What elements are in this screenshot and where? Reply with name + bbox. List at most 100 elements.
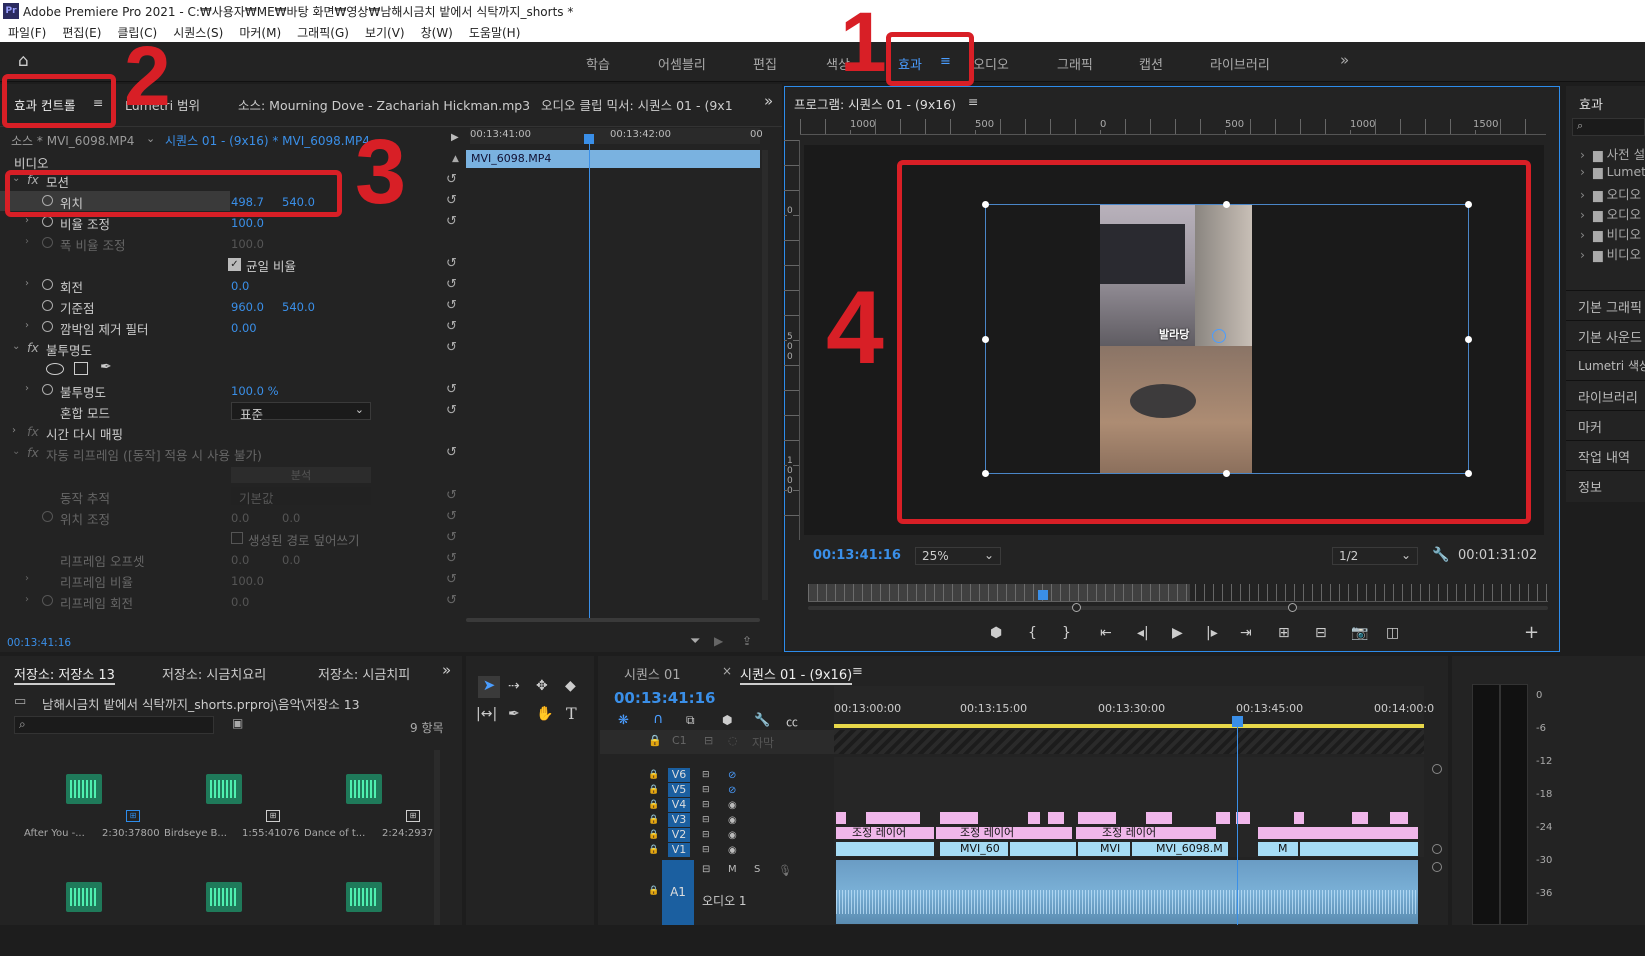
ripple-edit-tool-icon[interactable]: ✥ — [536, 678, 548, 694]
tab-bin-spinach-recipes[interactable]: 저장소: 시금치요리 — [162, 664, 266, 683]
clip-v1[interactable]: MVI_60 — [940, 842, 1008, 856]
clip-adjustment-layer[interactable] — [1258, 827, 1418, 839]
tab-source[interactable]: 소스: Mourning Dove - Zachariah Hickman.mp… — [238, 95, 530, 114]
track-a1[interactable]: A1 — [662, 860, 694, 925]
reset-icon[interactable]: ↺ — [446, 445, 457, 460]
row-blend-mode[interactable]: 혼합 모드 표준 ⌄ ↺ — [0, 401, 460, 422]
clip-v3[interactable] — [1352, 812, 1368, 824]
captions-icon[interactable]: ㏄ — [786, 713, 798, 730]
effects-folder-lumetri[interactable]: › ▆ Lumet — [1580, 164, 1645, 179]
row-auto-reframe[interactable]: ⌄ fx 자동 리프레임 ([동작] 적용 시 사용 불가) ↺ — [0, 443, 460, 463]
reset-icon[interactable]: ↺ — [446, 256, 457, 271]
clip-v3[interactable] — [866, 812, 920, 824]
nest-toggle-icon[interactable]: ❋ — [618, 713, 629, 728]
row-uniform-scale[interactable]: ✓ 균일 비율 ↺ — [0, 254, 460, 274]
step-back-icon[interactable]: ◂| — [1137, 625, 1149, 641]
row-time-remap[interactable]: › fx 시간 다시 매핑 — [0, 422, 460, 442]
effects-search-input[interactable]: ⌕ — [1572, 118, 1645, 136]
clip-v3[interactable] — [940, 812, 978, 824]
timeline-playhead[interactable] — [1232, 716, 1243, 727]
program-timecode[interactable]: 00:13:41:16 — [813, 548, 901, 563]
zoom-select[interactable]: 25% ⌄ — [915, 547, 1001, 565]
ec-hscroll[interactable] — [466, 618, 760, 622]
panel-libraries[interactable]: 라이브러리 — [1566, 380, 1645, 408]
panel-lumetri-color[interactable]: Lumetri 색상 — [1566, 350, 1645, 378]
track-v5[interactable]: V5 — [668, 783, 690, 797]
timeline-menu-icon[interactable]: ≡ — [852, 664, 863, 679]
track-v2[interactable]: V2 — [668, 828, 690, 842]
close-tab-icon[interactable]: × — [722, 664, 732, 678]
track-output-icons[interactable]: ⊟ ⊟ ⊟ ⊟ ⊟ ⊟ — [702, 768, 714, 858]
opacity-value[interactable]: 100.0 % — [231, 384, 279, 398]
reset-icon[interactable]: ↺ — [446, 277, 457, 292]
linked-selection-icon[interactable]: ⧉ — [686, 713, 695, 728]
row-opacity[interactable]: › 불투명도 100.0 % ↺ — [0, 380, 460, 400]
menu-window[interactable]: 창(W) — [421, 24, 453, 41]
menu-edit[interactable]: 편집(E) — [62, 24, 101, 41]
effects-folder-presets[interactable]: › ▆ 사전 설 — [1580, 144, 1645, 163]
slip-tool-icon[interactable]: |↔| — [476, 706, 497, 722]
stopwatch-icon[interactable] — [42, 216, 53, 227]
clip-v3[interactable] — [1216, 812, 1230, 824]
quality-select[interactable]: 1/2 ⌄ — [1332, 547, 1418, 565]
menu-view[interactable]: 보기(V) — [365, 24, 405, 41]
reset-icon[interactable]: ↺ — [446, 403, 457, 418]
go-to-in-icon[interactable]: ⇤ — [1100, 625, 1112, 641]
workspace-assembly[interactable]: 어셈블리 — [658, 54, 706, 73]
track-select-tool-icon[interactable]: ⇢ — [508, 678, 520, 694]
clip-v1[interactable]: M — [1258, 842, 1298, 856]
reset-icon[interactable]: ↺ — [446, 319, 457, 334]
pen-mask-icon[interactable]: ✒ — [100, 359, 112, 375]
lift-icon[interactable]: ⊞ — [1278, 625, 1290, 641]
zoom-handle[interactable] — [1432, 844, 1442, 854]
ec-scrollbar[interactable] — [762, 150, 768, 600]
track-v3[interactable]: V3 — [668, 813, 690, 827]
clip-v3[interactable] — [1390, 812, 1408, 824]
ec-timecode[interactable]: 00:13:41:16 — [7, 637, 71, 649]
project-search-input[interactable]: ⌕ — [14, 716, 214, 734]
play-icon[interactable]: ▶ — [1172, 625, 1183, 641]
clip-adjustment-layer[interactable]: 조정 레이어 — [936, 827, 1072, 839]
bin-item[interactable] — [154, 856, 289, 956]
timeline-timecode[interactable]: 00:13:41:16 — [614, 689, 716, 707]
uniform-scale-checkbox[interactable]: ✓ — [228, 258, 241, 271]
tab-bin-13[interactable]: 저장소: 저장소 13 — [14, 664, 115, 685]
effects-folder-audio-transitions[interactable]: › ▆ 오디오 — [1580, 204, 1641, 223]
track-lock-icons[interactable]: 🔒 🔒 🔒 🔒 🔒 🔒 — [648, 768, 660, 858]
reset-icon[interactable]: ↺ — [446, 340, 457, 355]
reset-icon[interactable]: ↺ — [446, 193, 457, 208]
tabs-more-icon[interactable]: » — [764, 92, 773, 110]
extract-icon[interactable]: ⊟ — [1315, 625, 1327, 641]
clip-v1[interactable]: MVI_6098.M — [1132, 842, 1228, 856]
program-title[interactable]: 프로그램: 시퀀스 01 - (9x16) — [794, 94, 956, 113]
workspace-editing[interactable]: 편집 — [753, 54, 777, 73]
track-v6[interactable]: V6 — [668, 768, 690, 782]
lock-icon[interactable]: 🔒 — [648, 886, 659, 896]
reset-icon[interactable]: ↺ — [446, 172, 457, 187]
row-antiflicker[interactable]: › 깜박임 제거 필터 0.00 ↺ — [0, 317, 460, 337]
clip-adjustment-layer[interactable]: 조정 레이어 — [1076, 827, 1216, 839]
reset-icon[interactable]: ↺ — [446, 382, 457, 397]
comparison-view-icon[interactable]: ◫ — [1386, 625, 1399, 641]
stopwatch-icon[interactable] — [42, 300, 53, 311]
sequence-clip-label[interactable]: 시퀀스 01 - (9x16) * MVI_6098.MP4 — [165, 132, 370, 149]
bin-item-after-you[interactable]: ⊞ After You -... 2:30:37800 — [14, 748, 160, 848]
clip-v3[interactable] — [836, 812, 846, 824]
scroll-up-icon[interactable]: ▲ — [452, 154, 459, 164]
workspace-learn[interactable]: 학습 — [586, 54, 610, 73]
stopwatch-icon[interactable] — [42, 384, 53, 395]
mark-in-icon[interactable]: { — [1028, 625, 1037, 641]
zoom-handle[interactable] — [1288, 603, 1297, 612]
wrench-icon[interactable]: 🔧 — [1432, 547, 1449, 563]
clip-v3[interactable] — [1078, 812, 1116, 824]
add-marker-icon[interactable]: ⬢ — [722, 713, 732, 727]
project-scrollbar[interactable] — [434, 750, 440, 925]
export-frame-icon[interactable]: 📷 — [1351, 625, 1368, 641]
menu-sequence[interactable]: 시퀀스(S) — [173, 24, 223, 41]
snap-icon[interactable]: ∩ — [653, 711, 663, 727]
reset-icon[interactable]: ↺ — [446, 214, 457, 229]
rectangle-mask-icon[interactable] — [74, 362, 88, 375]
zoom-handle[interactable] — [1432, 764, 1442, 774]
program-scrubber[interactable] — [808, 584, 1548, 602]
toggle-output-icon[interactable]: ⊟ — [704, 734, 713, 747]
